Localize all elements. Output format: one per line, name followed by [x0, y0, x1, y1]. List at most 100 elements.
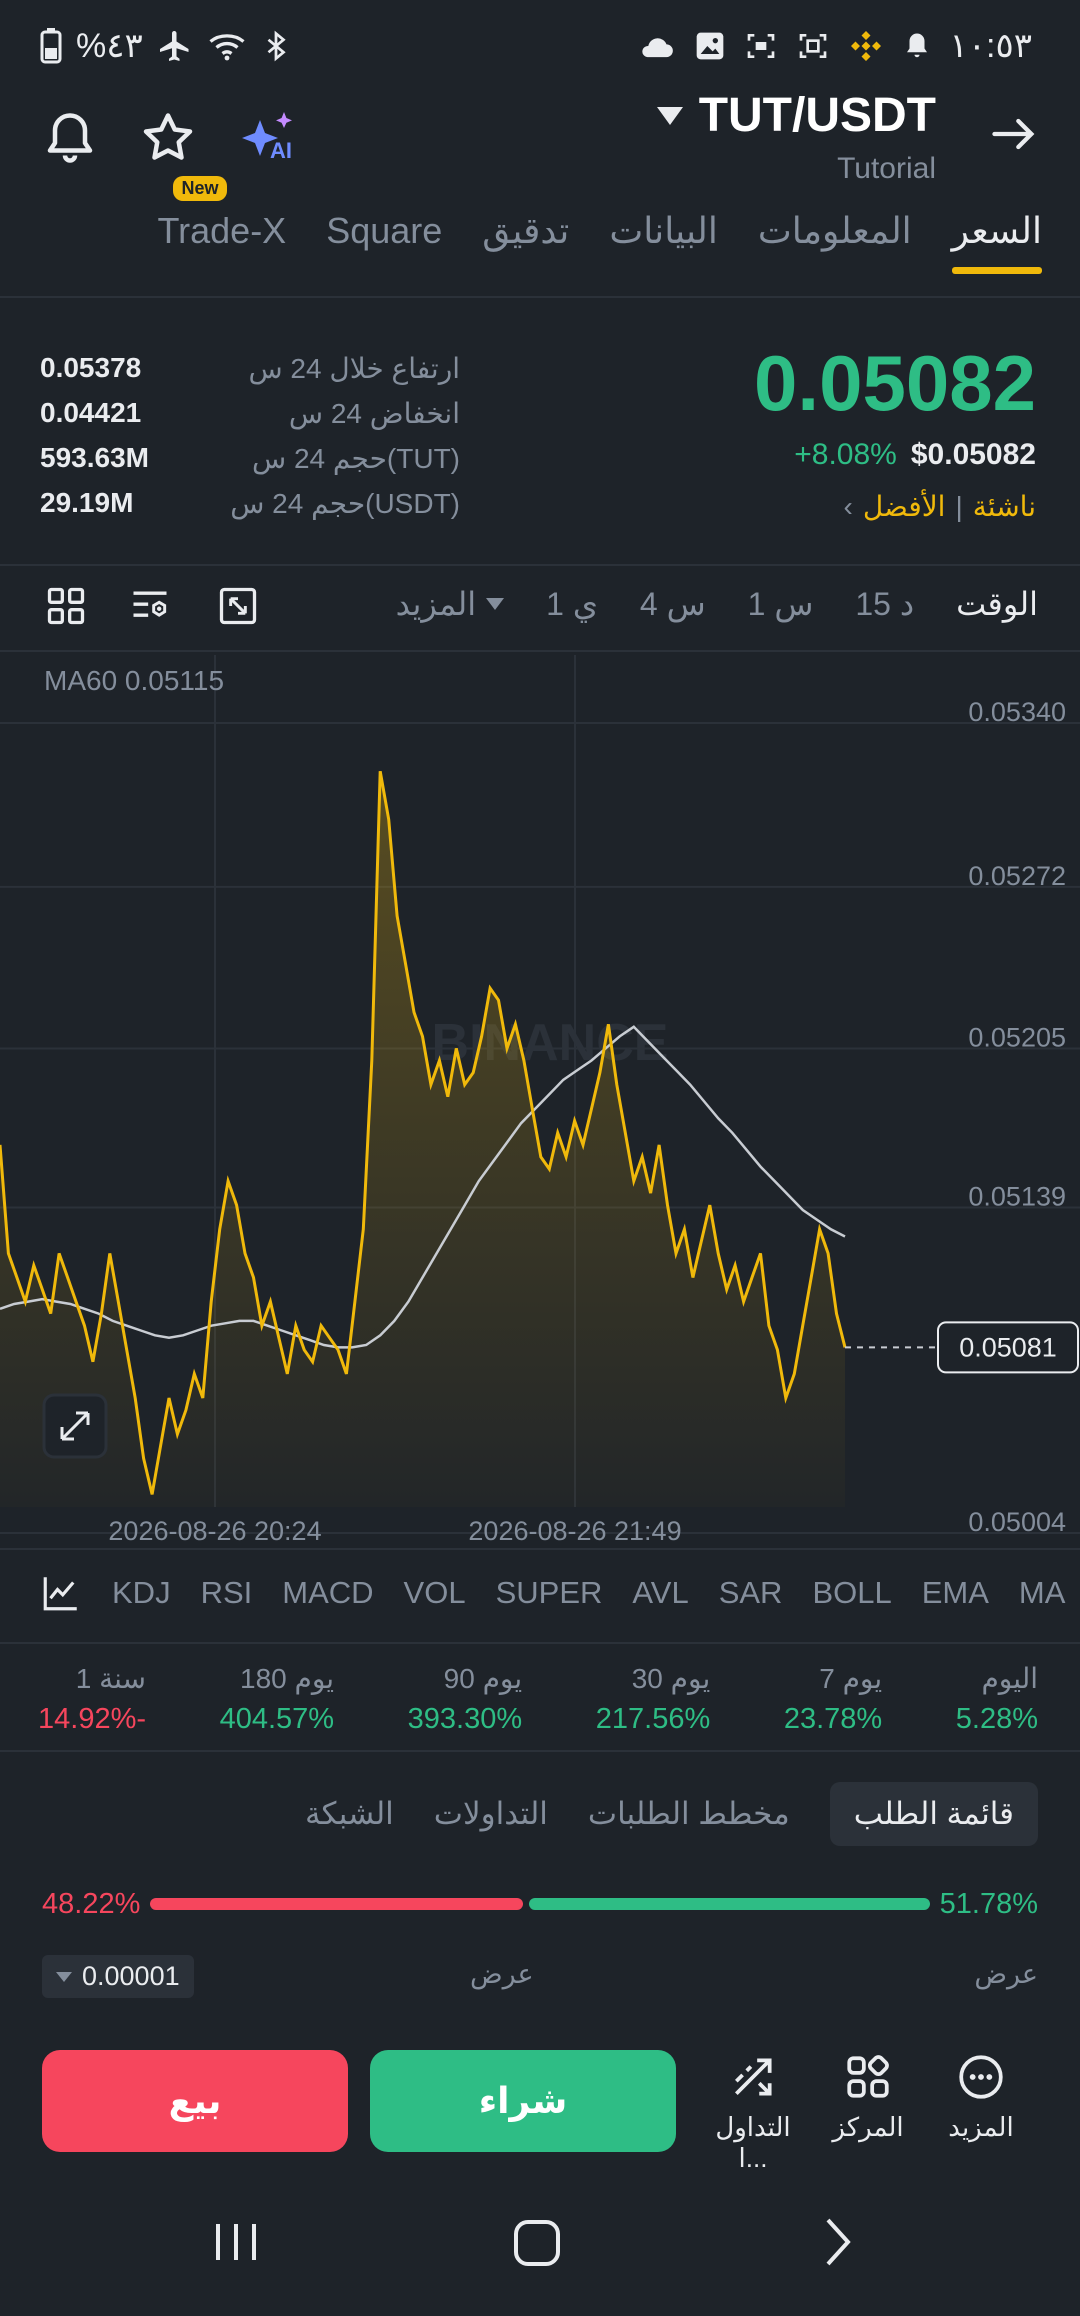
tags-row[interactable]: ‹ الأفضل | ناشئة — [844, 490, 1036, 523]
interval-selector: الوقت 15 د 1 س 4 س 1 ي المزيد — [396, 585, 1038, 623]
trade-arrows-icon — [735, 2058, 772, 2096]
price-chart[interactable]: BINANCE 0.053400.052720.052050.051390.05… — [0, 655, 1080, 1555]
chevron-left-icon: ‹ — [843, 490, 853, 522]
indicator-vol[interactable]: VOL — [404, 1575, 466, 1611]
trade-shortcut[interactable]: التداول ا... — [698, 2052, 808, 2174]
stat-value: 593.63M — [40, 442, 149, 473]
star-icon[interactable] — [138, 108, 198, 168]
perf-value: 14.92%- — [38, 1703, 147, 1735]
stat-row: 0.05378 ارتفاع خلال 24 س — [40, 352, 460, 397]
buy-sell-ratio: 48.22% 51.78% — [42, 1884, 1038, 1924]
tab-info[interactable]: المعلومات — [758, 210, 912, 274]
stat-label: ارتفاع خلال 24 س — [248, 353, 460, 384]
stat-value: 0.04421 — [40, 397, 142, 428]
order-tabs: قائمة الطلب مخطط الطلبات التداولات الشبك… — [305, 1782, 1038, 1846]
stat-label: انخفاض 24 س — [288, 398, 460, 429]
sell-button[interactable]: بيع — [42, 2050, 348, 2152]
more-shortcut[interactable]: المزيد — [926, 2052, 1036, 2143]
price-usd: $0.05082 — [910, 438, 1036, 471]
perf-item: 90 يوم 393.30% — [408, 1662, 523, 1736]
tag-emerging: ناشئة — [972, 491, 1036, 522]
indicator-super[interactable]: SUPER — [496, 1575, 603, 1611]
interval-1h[interactable]: 1 س — [748, 585, 814, 623]
tag-separator: | — [955, 490, 963, 522]
last-price-tag: 0.05081 — [937, 1321, 1079, 1374]
back-nav-icon[interactable] — [826, 2218, 851, 2266]
price-change-percent: +8.08% — [794, 438, 897, 471]
chart-settings-icon[interactable] — [128, 584, 172, 628]
indicator-kdj[interactable]: KDJ — [112, 1575, 171, 1611]
caret-down-icon — [656, 106, 683, 125]
precision-select[interactable]: 0.00001 — [42, 1955, 194, 1998]
stat-value: 0.05378 — [40, 352, 142, 383]
stat-label: حجم 24 س(USDT) — [230, 488, 460, 519]
tab-grid[interactable]: الشبكة — [305, 1796, 394, 1832]
precision-value: 0.00001 — [82, 1961, 180, 1991]
indicator-boll[interactable]: BOLL — [812, 1575, 891, 1611]
interval-more-label: المزيد — [395, 586, 477, 622]
tab-trades[interactable]: التداولات — [434, 1796, 548, 1832]
perf-item: 7 يوم 23.78% — [784, 1662, 882, 1736]
screenshot-icon — [747, 34, 774, 58]
system-nav-bar — [216, 2218, 851, 2266]
tab-order-book[interactable]: قائمة الطلب — [829, 1782, 1038, 1846]
order-book-col-right: عرض — [974, 1959, 1038, 1989]
indicator-ma[interactable]: MA — [1019, 1575, 1066, 1611]
tab-data[interactable]: البيانات — [609, 210, 718, 274]
stat-row: 29.19M حجم 24 س(USDT) — [40, 487, 460, 532]
clock: ١٠:٥٣ — [949, 27, 1033, 65]
new-badge: New — [173, 176, 227, 201]
tab-audit[interactable]: تدقيق — [482, 210, 569, 274]
fullscreen-chart-icon[interactable] — [216, 584, 260, 628]
grid-layout-icon[interactable] — [44, 584, 88, 628]
position-shortcut[interactable]: المركز — [813, 2052, 923, 2143]
indicator-sar[interactable]: SAR — [719, 1575, 783, 1611]
last-price: 0.05082 — [754, 339, 1036, 427]
bell-icon[interactable] — [40, 108, 100, 168]
more-dots-icon — [959, 2055, 1003, 2099]
tab-trade-x-label: Trade-X — [157, 210, 287, 251]
ratio-bar — [150, 1898, 930, 1910]
battery-percent: %٤٣ — [76, 27, 143, 65]
perf-item: 180 يوم 404.57% — [220, 1662, 335, 1736]
gallery-icon — [696, 32, 723, 60]
interval-more[interactable]: المزيد — [396, 585, 505, 623]
main-tabs: السعر المعلومات البيانات تدقيق Square Ne… — [157, 176, 1043, 274]
expand-chart-icon[interactable] — [42, 1393, 108, 1459]
divider — [0, 296, 1080, 298]
tab-square[interactable]: Square — [326, 210, 442, 274]
indicator-chart-icon[interactable] — [40, 1572, 82, 1614]
chart-watermark: BINANCE — [432, 1014, 669, 1072]
recent-apps-icon[interactable] — [216, 2224, 256, 2260]
interval-4h[interactable]: 4 س — [640, 585, 706, 623]
more-label: المزيد — [948, 2112, 1014, 2142]
stat-row: 0.04421 انخفاض 24 س — [40, 397, 460, 442]
home-icon[interactable] — [514, 2220, 560, 2266]
indicator-rsi[interactable]: RSI — [201, 1575, 253, 1611]
perf-label: 1 سنة — [75, 1663, 147, 1694]
tab-price[interactable]: السعر — [951, 210, 1043, 274]
perf-label: 30 يوم — [631, 1663, 711, 1694]
buy-percent: 51.78% — [939, 1887, 1038, 1920]
perf-value: 393.30% — [407, 1703, 523, 1735]
interval-15m[interactable]: 15 د — [855, 585, 914, 623]
interval-1d[interactable]: 1 ي — [546, 585, 598, 623]
divider — [0, 650, 1080, 652]
back-arrow-icon[interactable] — [988, 108, 1040, 160]
notification-icon — [906, 33, 927, 58]
divider — [0, 1548, 1080, 1550]
ai-assistant-icon[interactable]: AI — [236, 108, 306, 168]
caret-down-icon — [486, 598, 505, 610]
indicator-macd[interactable]: MACD — [282, 1575, 373, 1611]
perf-label: 90 يوم — [443, 1663, 523, 1694]
tab-trade-x[interactable]: New Trade-X — [157, 176, 287, 274]
indicator-avl[interactable]: AVL — [632, 1575, 688, 1611]
buy-button[interactable]: شراء — [370, 2050, 676, 2152]
pair-selector[interactable]: TUT/USDT — [656, 88, 936, 143]
interval-time[interactable]: الوقت — [956, 585, 1038, 623]
pair-name: TUT/USDT — [698, 89, 936, 142]
airplane-icon — [159, 31, 189, 61]
tab-depth-chart[interactable]: مخطط الطلبات — [588, 1796, 790, 1832]
indicator-ema[interactable]: EMA — [922, 1575, 989, 1611]
bluetooth-icon — [267, 30, 286, 62]
